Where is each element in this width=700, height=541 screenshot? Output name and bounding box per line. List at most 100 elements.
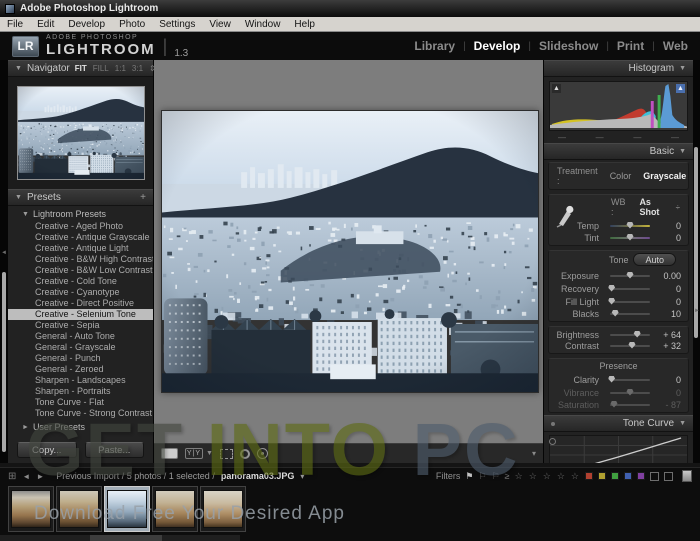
blacks-slider[interactable] xyxy=(610,313,650,315)
recovery-slider-thumb[interactable] xyxy=(608,285,615,292)
preset-item[interactable]: Tone Curve - Flat xyxy=(8,397,153,408)
clarity-slider[interactable] xyxy=(610,379,650,381)
color-label-yellow-icon[interactable] xyxy=(598,472,606,480)
menu-develop[interactable]: Develop xyxy=(68,19,105,30)
menu-help[interactable]: Help xyxy=(294,19,315,30)
module-web[interactable]: Web xyxy=(663,39,688,53)
star-filter-icon[interactable]: ☆ xyxy=(529,471,538,482)
navigator-preview[interactable] xyxy=(8,77,153,189)
title-bar[interactable]: Adobe Photoshop Lightroom xyxy=(0,0,700,17)
star-filter-icon[interactable]: ☆ xyxy=(557,471,566,482)
wb-value[interactable]: As Shot xyxy=(639,197,671,217)
histogram[interactable]: ▲ ▲ xyxy=(549,81,688,131)
menu-window[interactable]: Window xyxy=(245,19,281,30)
auto-tone-button[interactable]: Auto xyxy=(633,253,676,266)
thumbnail-size-slider[interactable] xyxy=(682,470,692,482)
wb-toggle-icon[interactable]: ÷ xyxy=(676,203,680,212)
preset-item[interactable]: Sharpen - Portraits xyxy=(8,386,153,397)
preset-item[interactable]: General - Auto Tone xyxy=(8,331,153,342)
blacks-slider-thumb[interactable] xyxy=(612,310,619,317)
collapse-left-panel-arrow[interactable]: ◄ xyxy=(1,250,7,256)
preset-item[interactable]: Sharpen - Landscapes xyxy=(8,375,153,386)
white-balance-dropper-icon[interactable] xyxy=(555,200,575,228)
zoom-1-1-button[interactable]: 1:1 xyxy=(115,64,126,73)
zoom-fill-button[interactable]: FILL xyxy=(93,64,109,73)
filmstrip-thumb-2[interactable] xyxy=(56,486,102,532)
vibrance-slider[interactable] xyxy=(610,392,650,394)
compare-view-dropdown-icon[interactable]: ▼ xyxy=(206,450,213,457)
filmstrip-filename[interactable]: panorama03.JPG xyxy=(221,471,295,481)
filmstrip-thumb-1[interactable] xyxy=(8,486,54,532)
saturation-slider[interactable] xyxy=(610,404,650,406)
toolbar-options-dropdown-icon[interactable]: ▾ xyxy=(532,449,536,458)
flag-rejected-filter-icon[interactable]: ⚐ xyxy=(492,471,500,482)
disclosure-triangle-icon[interactable]: ▼ xyxy=(15,65,22,72)
zoom-3-1-button[interactable]: 3:1 xyxy=(132,64,143,73)
star-filter-icon[interactable]: ☆ xyxy=(571,471,580,482)
preset-item[interactable]: Creative - Antique Light xyxy=(8,243,153,254)
tint-slider-thumb[interactable] xyxy=(627,234,634,241)
shadow-clipping-indicator-icon[interactable]: ▲ xyxy=(552,84,561,93)
zoom-fit-button[interactable]: FIT xyxy=(75,64,87,73)
left-panel-scrollbar[interactable] xyxy=(2,272,6,452)
brightness-slider-thumb[interactable] xyxy=(634,331,641,338)
virtual-copy-filter-icon[interactable] xyxy=(664,472,673,481)
rating-operator[interactable]: ≥ xyxy=(505,471,510,481)
disclosure-triangle-icon[interactable]: ▼ xyxy=(679,420,686,427)
filmstrip-thumb-3-selected[interactable] xyxy=(104,486,150,532)
compare-view-icon[interactable]: Y|Y xyxy=(185,448,203,459)
preset-item[interactable]: Creative - Sepia xyxy=(8,320,153,331)
filmstrip-thumb-5[interactable] xyxy=(200,486,246,532)
red-eye-correction-icon[interactable] xyxy=(257,448,268,459)
highlight-clipping-indicator-icon[interactable]: ▲ xyxy=(676,84,685,93)
temp-slider-thumb[interactable] xyxy=(627,222,634,229)
filmstrip-source-dropdown-icon[interactable]: ▾ xyxy=(300,472,304,481)
star-filter-icon[interactable]: ☆ xyxy=(543,471,552,482)
recovery-slider[interactable] xyxy=(610,288,650,290)
filmstrip-scrollbar-thumb[interactable] xyxy=(90,535,162,541)
filters-label[interactable]: Filters xyxy=(436,471,461,481)
module-print[interactable]: Print xyxy=(617,39,644,53)
histogram-panel-header[interactable]: Histogram ▼ xyxy=(544,60,693,77)
module-develop[interactable]: Develop xyxy=(474,39,521,53)
flag-unflagged-filter-icon[interactable]: ⚐ xyxy=(479,471,487,482)
color-label-green-icon[interactable] xyxy=(611,472,619,480)
preset-item[interactable]: Creative - Antique Grayscale xyxy=(8,232,153,243)
treatment-grayscale-option[interactable]: Grayscale xyxy=(643,171,686,181)
preset-item[interactable]: General - Zeroed xyxy=(8,364,153,375)
menu-photo[interactable]: Photo xyxy=(119,19,145,30)
menu-file[interactable]: File xyxy=(7,19,23,30)
copy-button[interactable]: Copy... xyxy=(17,442,77,458)
second-monitor-icon[interactable]: ⊞ xyxy=(8,471,16,482)
preset-item[interactable]: Creative - Cold Tone xyxy=(8,276,153,287)
collapse-right-panel-arrow[interactable]: ► xyxy=(694,308,700,314)
color-label-purple-icon[interactable] xyxy=(637,472,645,480)
spot-removal-icon[interactable] xyxy=(240,449,250,459)
menu-view[interactable]: View xyxy=(209,19,231,30)
fill-light-slider[interactable] xyxy=(610,301,650,303)
module-slideshow[interactable]: Slideshow xyxy=(539,39,598,53)
next-photo-arrow-icon[interactable]: ► xyxy=(36,472,44,481)
contrast-slider[interactable] xyxy=(610,345,650,347)
filmstrip-scrollbar[interactable] xyxy=(0,535,240,541)
preset-item[interactable]: Creative - Aged Photo xyxy=(8,221,153,232)
treatment-color-option[interactable]: Color xyxy=(610,171,632,181)
panel-switch-icon[interactable] xyxy=(551,422,555,426)
paste-button[interactable]: Paste... xyxy=(85,442,145,458)
tone-curve-panel-header[interactable]: Tone Curve ▼ xyxy=(544,415,693,432)
basic-panel-header[interactable]: Basic ▼ xyxy=(544,143,693,160)
tone-curve-graph[interactable] xyxy=(549,435,688,463)
clarity-slider-thumb[interactable] xyxy=(608,376,615,383)
brightness-slider[interactable] xyxy=(610,334,650,336)
filmstrip-thumb-4[interactable] xyxy=(152,486,198,532)
navigator-panel-header[interactable]: ▼ Navigator FIT FILL 1:1 3:1 ⇕ xyxy=(8,60,153,77)
menu-edit[interactable]: Edit xyxy=(37,19,54,30)
menu-settings[interactable]: Settings xyxy=(159,19,195,30)
tint-slider[interactable] xyxy=(610,237,650,239)
presets-panel-header[interactable]: ▼ Presets + xyxy=(8,189,153,206)
previous-photo-arrow-icon[interactable]: ◄ xyxy=(22,472,30,481)
preset-item[interactable]: General - Grayscale xyxy=(8,342,153,353)
exposure-slider[interactable] xyxy=(610,275,650,277)
filmstrip-source-path[interactable]: Previous Import / 5 photos / 1 selected … xyxy=(56,471,215,481)
preset-item[interactable]: Tone Curve - Strong Contrast xyxy=(8,408,153,419)
